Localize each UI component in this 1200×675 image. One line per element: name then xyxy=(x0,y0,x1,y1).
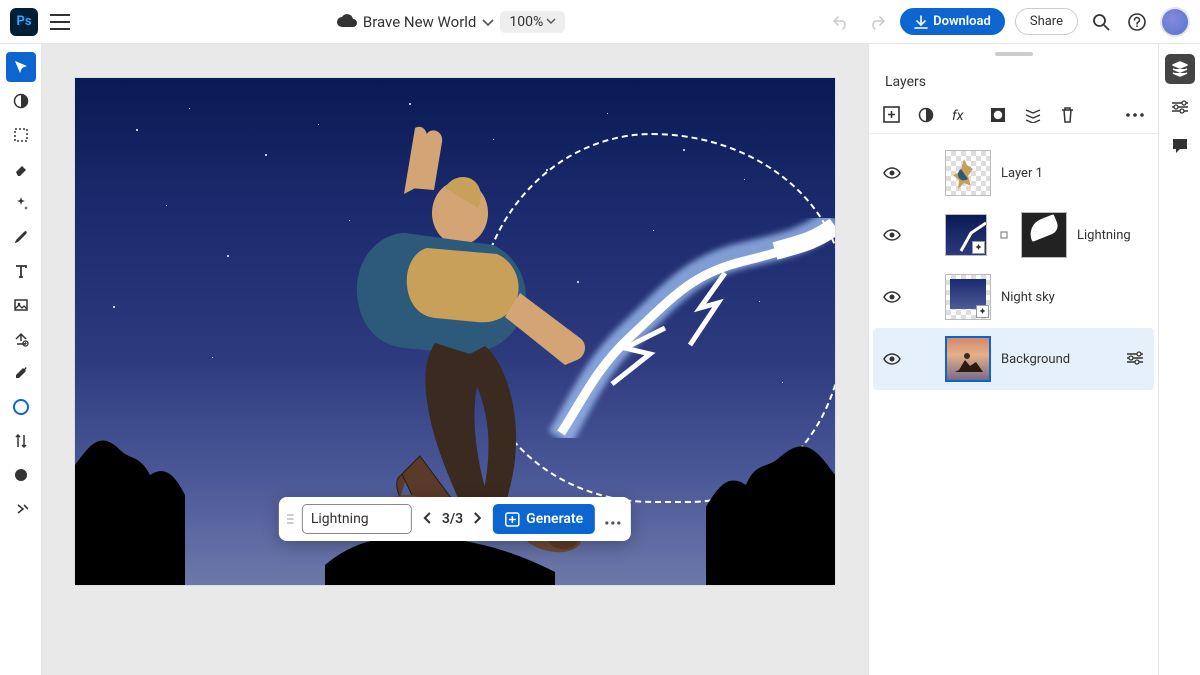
layer-thumbnail[interactable] xyxy=(945,150,991,196)
layer-row[interactable]: Layer 1 xyxy=(873,142,1154,204)
shape-tool[interactable] xyxy=(6,392,36,422)
menu-button[interactable] xyxy=(46,10,74,34)
topbar: Ps Brave New World 100% xyxy=(0,0,1200,44)
avatar[interactable] xyxy=(1160,7,1190,37)
variation-count: 3/3 xyxy=(442,511,463,527)
delete-button[interactable] xyxy=(1060,106,1075,123)
sparkle-tool[interactable] xyxy=(6,188,36,218)
layers-toggle[interactable] xyxy=(1165,54,1195,84)
right-toolbar xyxy=(1158,44,1200,675)
visibility-toggle[interactable] xyxy=(883,229,901,241)
redo-button[interactable] xyxy=(864,10,890,34)
canvas[interactable]: 3/3 Generate xyxy=(75,78,835,585)
prev-variation[interactable] xyxy=(420,508,434,531)
zoom-value: 100% xyxy=(509,14,543,30)
help-button[interactable] xyxy=(1124,9,1150,35)
prompt-input[interactable] xyxy=(302,504,412,534)
visibility-toggle[interactable] xyxy=(883,167,901,179)
document-title[interactable]: Brave New World xyxy=(363,13,477,31)
download-button[interactable]: Download xyxy=(900,8,1005,35)
layer-row[interactable]: Night sky xyxy=(873,266,1154,328)
layer-thumbnail[interactable] xyxy=(945,336,991,382)
layer-list: Layer 1 Lightning xyxy=(869,134,1158,675)
canvas-area[interactable]: 3/3 Generate xyxy=(42,44,868,675)
zoom-selector[interactable]: 100% xyxy=(500,11,565,33)
move-tool[interactable] xyxy=(6,52,36,82)
more-options[interactable] xyxy=(603,508,623,531)
link-icon[interactable] xyxy=(997,228,1011,242)
left-toolbar xyxy=(0,44,42,675)
adjustment-layer-button[interactable] xyxy=(918,107,934,123)
generate-icon xyxy=(505,512,520,527)
app-logo: Ps xyxy=(10,8,38,36)
undo-button[interactable] xyxy=(828,10,854,34)
generate-bar: 3/3 Generate xyxy=(279,497,631,541)
topbar-right: Download Share xyxy=(828,7,1190,37)
search-button[interactable] xyxy=(1088,9,1114,35)
text-tool[interactable] xyxy=(6,256,36,286)
visibility-toggle[interactable] xyxy=(883,353,901,365)
arrows-tool[interactable] xyxy=(6,426,36,456)
layer-thumbnail[interactable] xyxy=(945,274,991,320)
visibility-toggle[interactable] xyxy=(883,291,901,303)
ai-badge-icon xyxy=(976,305,989,318)
cloud-icon xyxy=(337,12,357,31)
layers-panel: Layers fx Layer 1 xyxy=(868,44,1158,675)
layer-name[interactable]: Lightning xyxy=(1077,228,1144,243)
circle-half-tool[interactable] xyxy=(6,86,36,116)
topbar-center: Brave New World 100% xyxy=(82,11,820,33)
generate-button[interactable]: Generate xyxy=(493,504,595,534)
share-button[interactable]: Share xyxy=(1015,8,1078,35)
fx-button[interactable]: fx xyxy=(952,108,972,122)
comments-toggle[interactable] xyxy=(1165,130,1195,160)
group-button[interactable] xyxy=(1024,107,1042,123)
layer-thumbnail[interactable] xyxy=(945,214,987,256)
fill-tool[interactable] xyxy=(6,460,36,490)
image-tool[interactable] xyxy=(6,290,36,320)
download-icon xyxy=(914,15,928,29)
chevron-down-icon[interactable] xyxy=(482,12,494,31)
panel-title: Layers xyxy=(869,56,1158,100)
layers-toolbar: fx xyxy=(869,100,1158,134)
panel-menu[interactable] xyxy=(1126,113,1144,117)
mask-thumbnail[interactable] xyxy=(1021,212,1067,258)
svg-text:fx: fx xyxy=(952,108,964,122)
layer-name[interactable]: Layer 1 xyxy=(1001,166,1144,181)
brush-tool[interactable] xyxy=(6,222,36,252)
properties-toggle[interactable] xyxy=(1165,92,1195,122)
more-tools[interactable] xyxy=(6,494,36,524)
drag-handle[interactable] xyxy=(287,505,294,533)
download-label: Download xyxy=(933,14,991,29)
clone-tool[interactable] xyxy=(6,324,36,354)
layer-name[interactable]: Background xyxy=(1001,352,1116,367)
mask-button[interactable] xyxy=(990,107,1006,123)
layer-row[interactable]: Background xyxy=(873,328,1154,390)
eyedropper-tool[interactable] xyxy=(6,358,36,388)
chevron-down-icon xyxy=(546,18,556,25)
layer-row[interactable]: Lightning xyxy=(873,204,1154,266)
marquee-tool[interactable] xyxy=(6,120,36,150)
variation-nav: 3/3 xyxy=(420,508,485,531)
eraser-tool[interactable] xyxy=(6,154,36,184)
new-layer-button[interactable] xyxy=(883,106,900,123)
layer-name[interactable]: Night sky xyxy=(1001,290,1144,305)
ai-badge-icon xyxy=(972,241,985,254)
layer-settings-icon[interactable] xyxy=(1126,350,1144,369)
next-variation[interactable] xyxy=(471,508,485,531)
